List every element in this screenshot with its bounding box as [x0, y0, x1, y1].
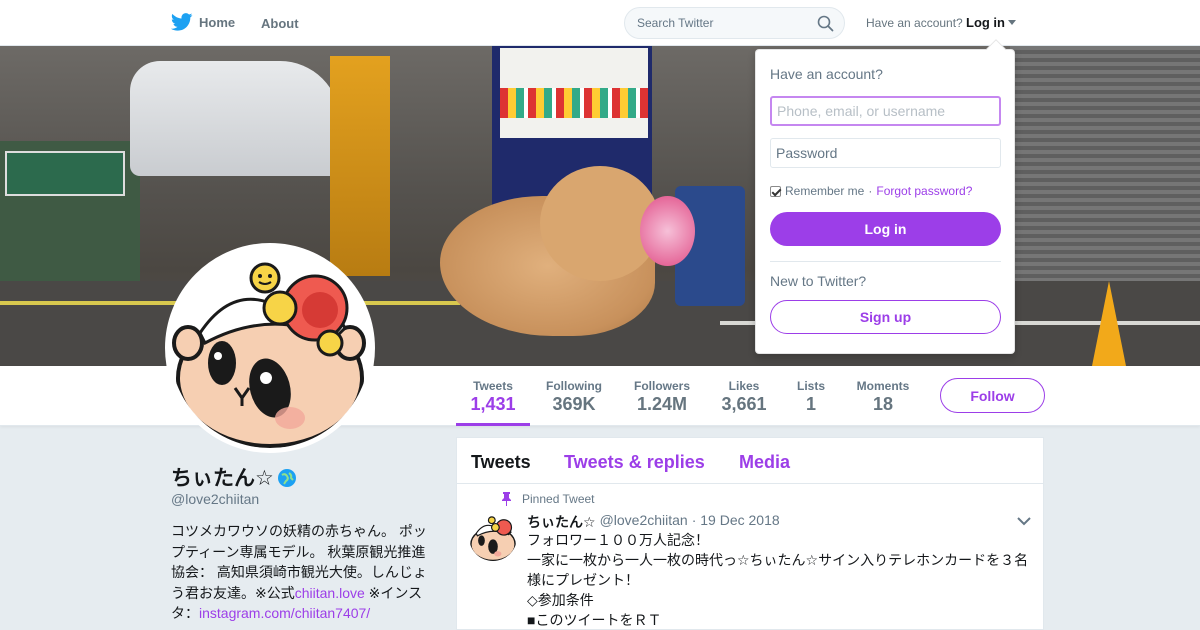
tab-tweets-replies[interactable]: Tweets & replies	[564, 452, 705, 473]
banner-vending-drinks	[500, 88, 648, 118]
remember-me-label[interactable]: Remember me	[785, 184, 864, 198]
new-to-twitter-text: New to Twitter?	[770, 273, 867, 289]
chevron-down-icon[interactable]	[1017, 516, 1031, 526]
stat-tweets[interactable]: Tweets 1,431	[456, 366, 530, 426]
stat-value: 1	[805, 394, 816, 414]
globe-badge-icon	[277, 469, 296, 487]
dropdown-divider	[770, 261, 1001, 262]
search-input[interactable]	[637, 16, 807, 30]
bio-link-website[interactable]: chiitan.love	[295, 585, 365, 601]
nav-home-label: Home	[199, 14, 236, 30]
top-navigation: Home About Have an account? Log in	[0, 0, 1200, 46]
timeline-panel: Tweets Tweets & replies Media Pinned Twe…	[456, 437, 1044, 630]
profile-bio: コツメカワウソの妖精の赤ちゃん。 ポップティーン専属モデル。 秋葉原観光推進協会…	[171, 521, 431, 624]
stat-value: 1.24M	[636, 394, 688, 414]
signup-button[interactable]: Sign up	[770, 300, 1001, 334]
stat-value: 3,661	[721, 394, 767, 414]
search-icon[interactable]	[817, 15, 834, 32]
stat-followers[interactable]: Followers 1.24M	[626, 366, 698, 426]
stat-label: Followers	[633, 379, 690, 393]
timeline-tabs: Tweets Tweets & replies Media	[457, 438, 1043, 484]
username-field[interactable]	[770, 96, 1001, 126]
tweet-author-handle[interactable]: @love2chiitan	[600, 512, 688, 532]
stat-label: Tweets	[473, 379, 513, 393]
follow-button[interactable]: Follow	[940, 378, 1045, 413]
stat-label: Likes	[728, 379, 760, 393]
remember-me-checkbox[interactable]	[770, 185, 781, 197]
login-button[interactable]: Log in	[770, 212, 1001, 246]
banner-shutter-wall	[1010, 46, 1200, 316]
tweet-text: フォロワー１００万人記念！ 一家に一枚から一人一枚の時代っ☆ちぃたん☆サイン入り…	[527, 530, 1037, 630]
twitter-bird-icon	[171, 13, 193, 31]
otter-avatar-small	[469, 513, 517, 561]
password-field[interactable]	[770, 138, 1001, 168]
bio-link-instagram[interactable]: instagram.com/chiitan7407/	[199, 605, 370, 621]
login-dropdown-title: Have an account?	[770, 66, 883, 82]
stat-label: Lists	[796, 379, 825, 393]
stat-likes[interactable]: Likes 3,661	[716, 366, 772, 426]
tab-tweets[interactable]: Tweets	[471, 452, 531, 473]
pinned-text: Pinned Tweet	[522, 492, 595, 506]
stat-lists[interactable]: Lists 1	[790, 366, 832, 426]
profile-name[interactable]: ちぃたん☆	[171, 462, 296, 492]
login-link-label: Log in	[966, 15, 1005, 30]
stat-following[interactable]: Following 369K	[540, 366, 608, 426]
otter-avatar-illustration	[170, 248, 370, 448]
caret-down-icon	[1008, 20, 1016, 25]
stat-label: Following	[546, 379, 602, 393]
pinned-tweet-label: Pinned Tweet	[501, 492, 595, 506]
tweet-line: ■このツイートをＲＴ	[527, 612, 662, 628]
profile-name-text: ちぃたん☆	[171, 467, 274, 490]
forgot-password-link[interactable]: Forgot password?	[876, 184, 972, 198]
stat-value: 18	[872, 394, 894, 414]
nav-about-link[interactable]: About	[261, 16, 299, 31]
remember-row: Remember me · Forgot password?	[770, 184, 972, 198]
banner-traffic-cone	[1092, 281, 1126, 366]
tweet-author-name[interactable]: ちぃたん☆	[527, 512, 596, 532]
tweet-date[interactable]: · 19 Dec 2018	[692, 512, 780, 532]
login-dropdown: Have an account? Remember me · Forgot pa…	[755, 39, 1015, 354]
have-account-text: Have an account?	[866, 16, 963, 30]
stat-label: Moments	[856, 379, 910, 393]
banner-parking-meter	[330, 56, 390, 276]
login-dropdown-toggle[interactable]: Log in	[966, 15, 1016, 30]
separator-dot: ·	[868, 184, 873, 198]
banner-mascot-flower	[640, 196, 695, 266]
nav-home-link[interactable]: Home	[171, 13, 235, 31]
profile-handle[interactable]: @love2chiitan	[171, 491, 259, 507]
banner-sign	[5, 151, 125, 196]
stat-value: 369K	[552, 394, 596, 414]
tweet-avatar[interactable]	[469, 513, 517, 561]
tab-media[interactable]: Media	[739, 452, 790, 473]
search-box[interactable]	[624, 7, 845, 39]
profile-avatar[interactable]	[165, 243, 375, 453]
stat-value: 1,431	[470, 394, 516, 414]
tweet-header: ちぃたん☆ @love2chiitan · 19 Dec 2018	[527, 512, 780, 532]
tweet-line: フォロワー１００万人記念！	[527, 532, 709, 548]
stat-moments[interactable]: Moments 18	[852, 366, 914, 426]
tweet-line: ◇参加条件	[527, 592, 594, 608]
pin-icon	[502, 492, 511, 506]
banner-car	[130, 61, 340, 176]
tweet-line: 一家に一枚から一人一枚の時代っ☆ちぃたん☆サイン入りテレホンカードを３名様にプレ…	[527, 552, 1029, 588]
